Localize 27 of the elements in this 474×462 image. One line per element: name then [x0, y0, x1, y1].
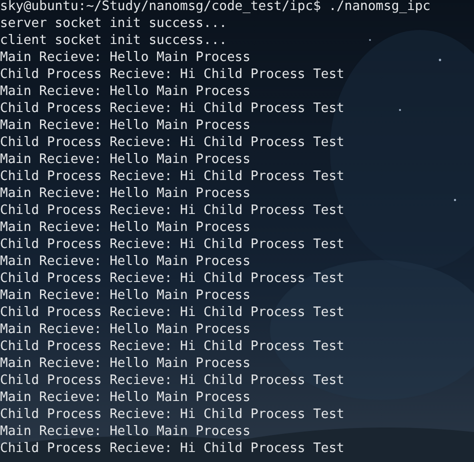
terminal-line: sky@ubuntu:~/Study/nanomsg/code_test/ipc$ ./nanomsg_ipc	[0, 0, 430, 15]
terminal-line: Main Recieve: Hello Main Process	[0, 117, 250, 134]
terminal-line: Child Process Recieve: Hi Child Process Test	[0, 100, 344, 117]
terminal-line: Main Recieve: Hello Main Process	[0, 253, 250, 270]
terminal-line: Child Process Recieve: Hi Child Process Test	[0, 270, 344, 287]
terminal-line: Child Process Recieve: Hi Child Process Test	[0, 168, 344, 185]
terminal-line: Main Recieve: Hello Main Process	[0, 83, 250, 100]
terminal-line: Main Recieve: Hello Main Process	[0, 49, 250, 66]
terminal-line: Main Recieve: Hello Main Process	[0, 423, 250, 440]
terminal-line: Child Process Recieve: Hi Child Process Test	[0, 66, 344, 83]
terminal-line: client socket init success...	[0, 32, 227, 49]
terminal-line: Child Process Recieve: Hi Child Process Test	[0, 236, 344, 253]
terminal-line: Main Recieve: Hello Main Process	[0, 389, 250, 406]
terminal-line: Child Process Recieve: Hi Child Process Test	[0, 134, 344, 151]
terminal-line: Main Recieve: Hello Main Process	[0, 151, 250, 168]
terminal-line: server socket init success...	[0, 15, 227, 32]
terminal-line: Child Process Recieve: Hi Child Process Test	[0, 372, 344, 389]
terminal-line: Main Recieve: Hello Main Process	[0, 287, 250, 304]
terminal-line: Main Recieve: Hello Main Process	[0, 185, 250, 202]
terminal-line: Main Recieve: Hello Main Process	[0, 219, 250, 236]
terminal-line: Child Process Recieve: Hi Child Process Test	[0, 440, 344, 457]
terminal-line: Child Process Recieve: Hi Child Process Test	[0, 304, 344, 321]
terminal-line: Main Recieve: Hello Main Process	[0, 355, 250, 372]
terminal-line: Child Process Recieve: Hi Child Process Test	[0, 406, 344, 423]
terminal-line: Child Process Recieve: Hi Child Process Test	[0, 338, 344, 355]
terminal-line: Child Process Recieve: Hi Child Process Test	[0, 202, 344, 219]
terminal-line: Main Recieve: Hello Main Process	[0, 321, 250, 338]
